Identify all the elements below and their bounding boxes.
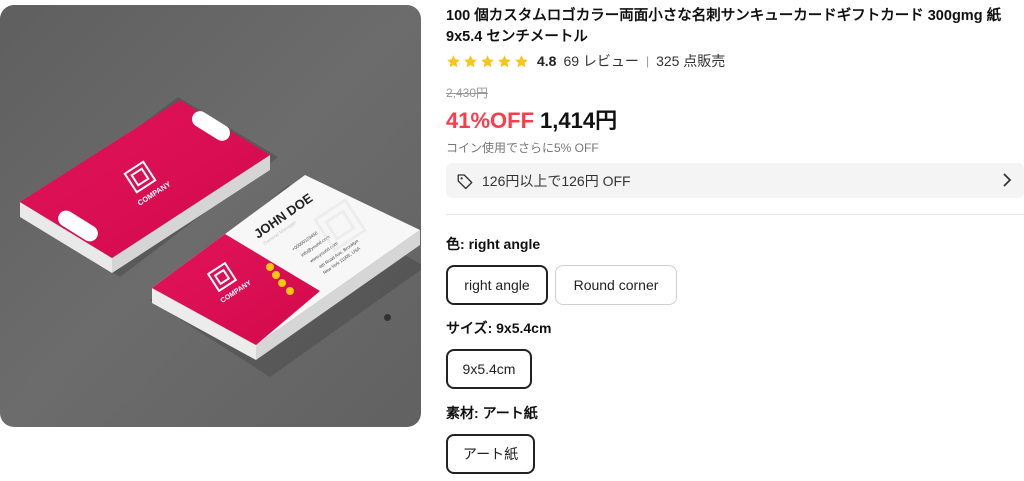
size-selected-value: 9x5.4cm	[496, 320, 552, 336]
coupon-text: 126円以上で126円 OFF	[482, 172, 631, 189]
current-price: 1,414円	[540, 108, 618, 133]
material-selected-value: アート紙	[482, 405, 538, 421]
material-chip-art-paper[interactable]: アート紙	[446, 434, 535, 474]
size-option-label: サイズ: 9x5.4cm	[446, 320, 552, 336]
rating-row[interactable]: 4.8 69 レビュー | 325 点販売	[446, 52, 725, 70]
color-option-label: 色: right angle	[446, 236, 541, 252]
product-title: 100 個カスタムロゴカラー両面小さな名刺サンキューカードギフトカード 300g…	[446, 8, 1002, 45]
coin-note: コイン使用でさらに5% OFF	[446, 141, 599, 155]
color-selected-value: right angle	[468, 236, 541, 252]
star-icon	[464, 54, 477, 67]
star-icon	[481, 54, 494, 67]
size-chip-9x5-4cm[interactable]: 9x5.4cm	[446, 349, 532, 389]
chevron-right-icon	[1003, 173, 1012, 187]
review-count[interactable]: 69 レビュー	[563, 51, 638, 71]
tag-icon	[457, 173, 473, 189]
discount-badge: 41%OFF	[446, 108, 535, 133]
product-image[interactable]: COMPANY COMPANY JOHN DOE General Manager…	[0, 5, 421, 427]
separator: |	[645, 54, 650, 68]
sold-count: 325 点販売	[656, 53, 726, 69]
business-card-photo: COMPANY COMPANY JOHN DOE General Manager…	[20, 97, 421, 377]
color-chip-round-corner[interactable]: Round corner	[555, 265, 677, 305]
star-icon	[447, 54, 460, 67]
star-icon	[498, 54, 511, 67]
color-chip-right-angle[interactable]: right angle	[446, 265, 548, 305]
original-price: 2,430円	[446, 86, 489, 100]
carousel-dot[interactable]	[384, 314, 391, 321]
material-option-label: 素材: アート紙	[446, 405, 538, 421]
coupon-button[interactable]: 126円以上で126円 OFF	[446, 163, 1024, 198]
star-icon	[515, 54, 528, 67]
divider	[446, 214, 1024, 215]
rating-stars	[446, 54, 529, 69]
rating-value: 4.8	[537, 53, 557, 69]
price-row: 41%OFF 1,414円	[446, 103, 617, 135]
